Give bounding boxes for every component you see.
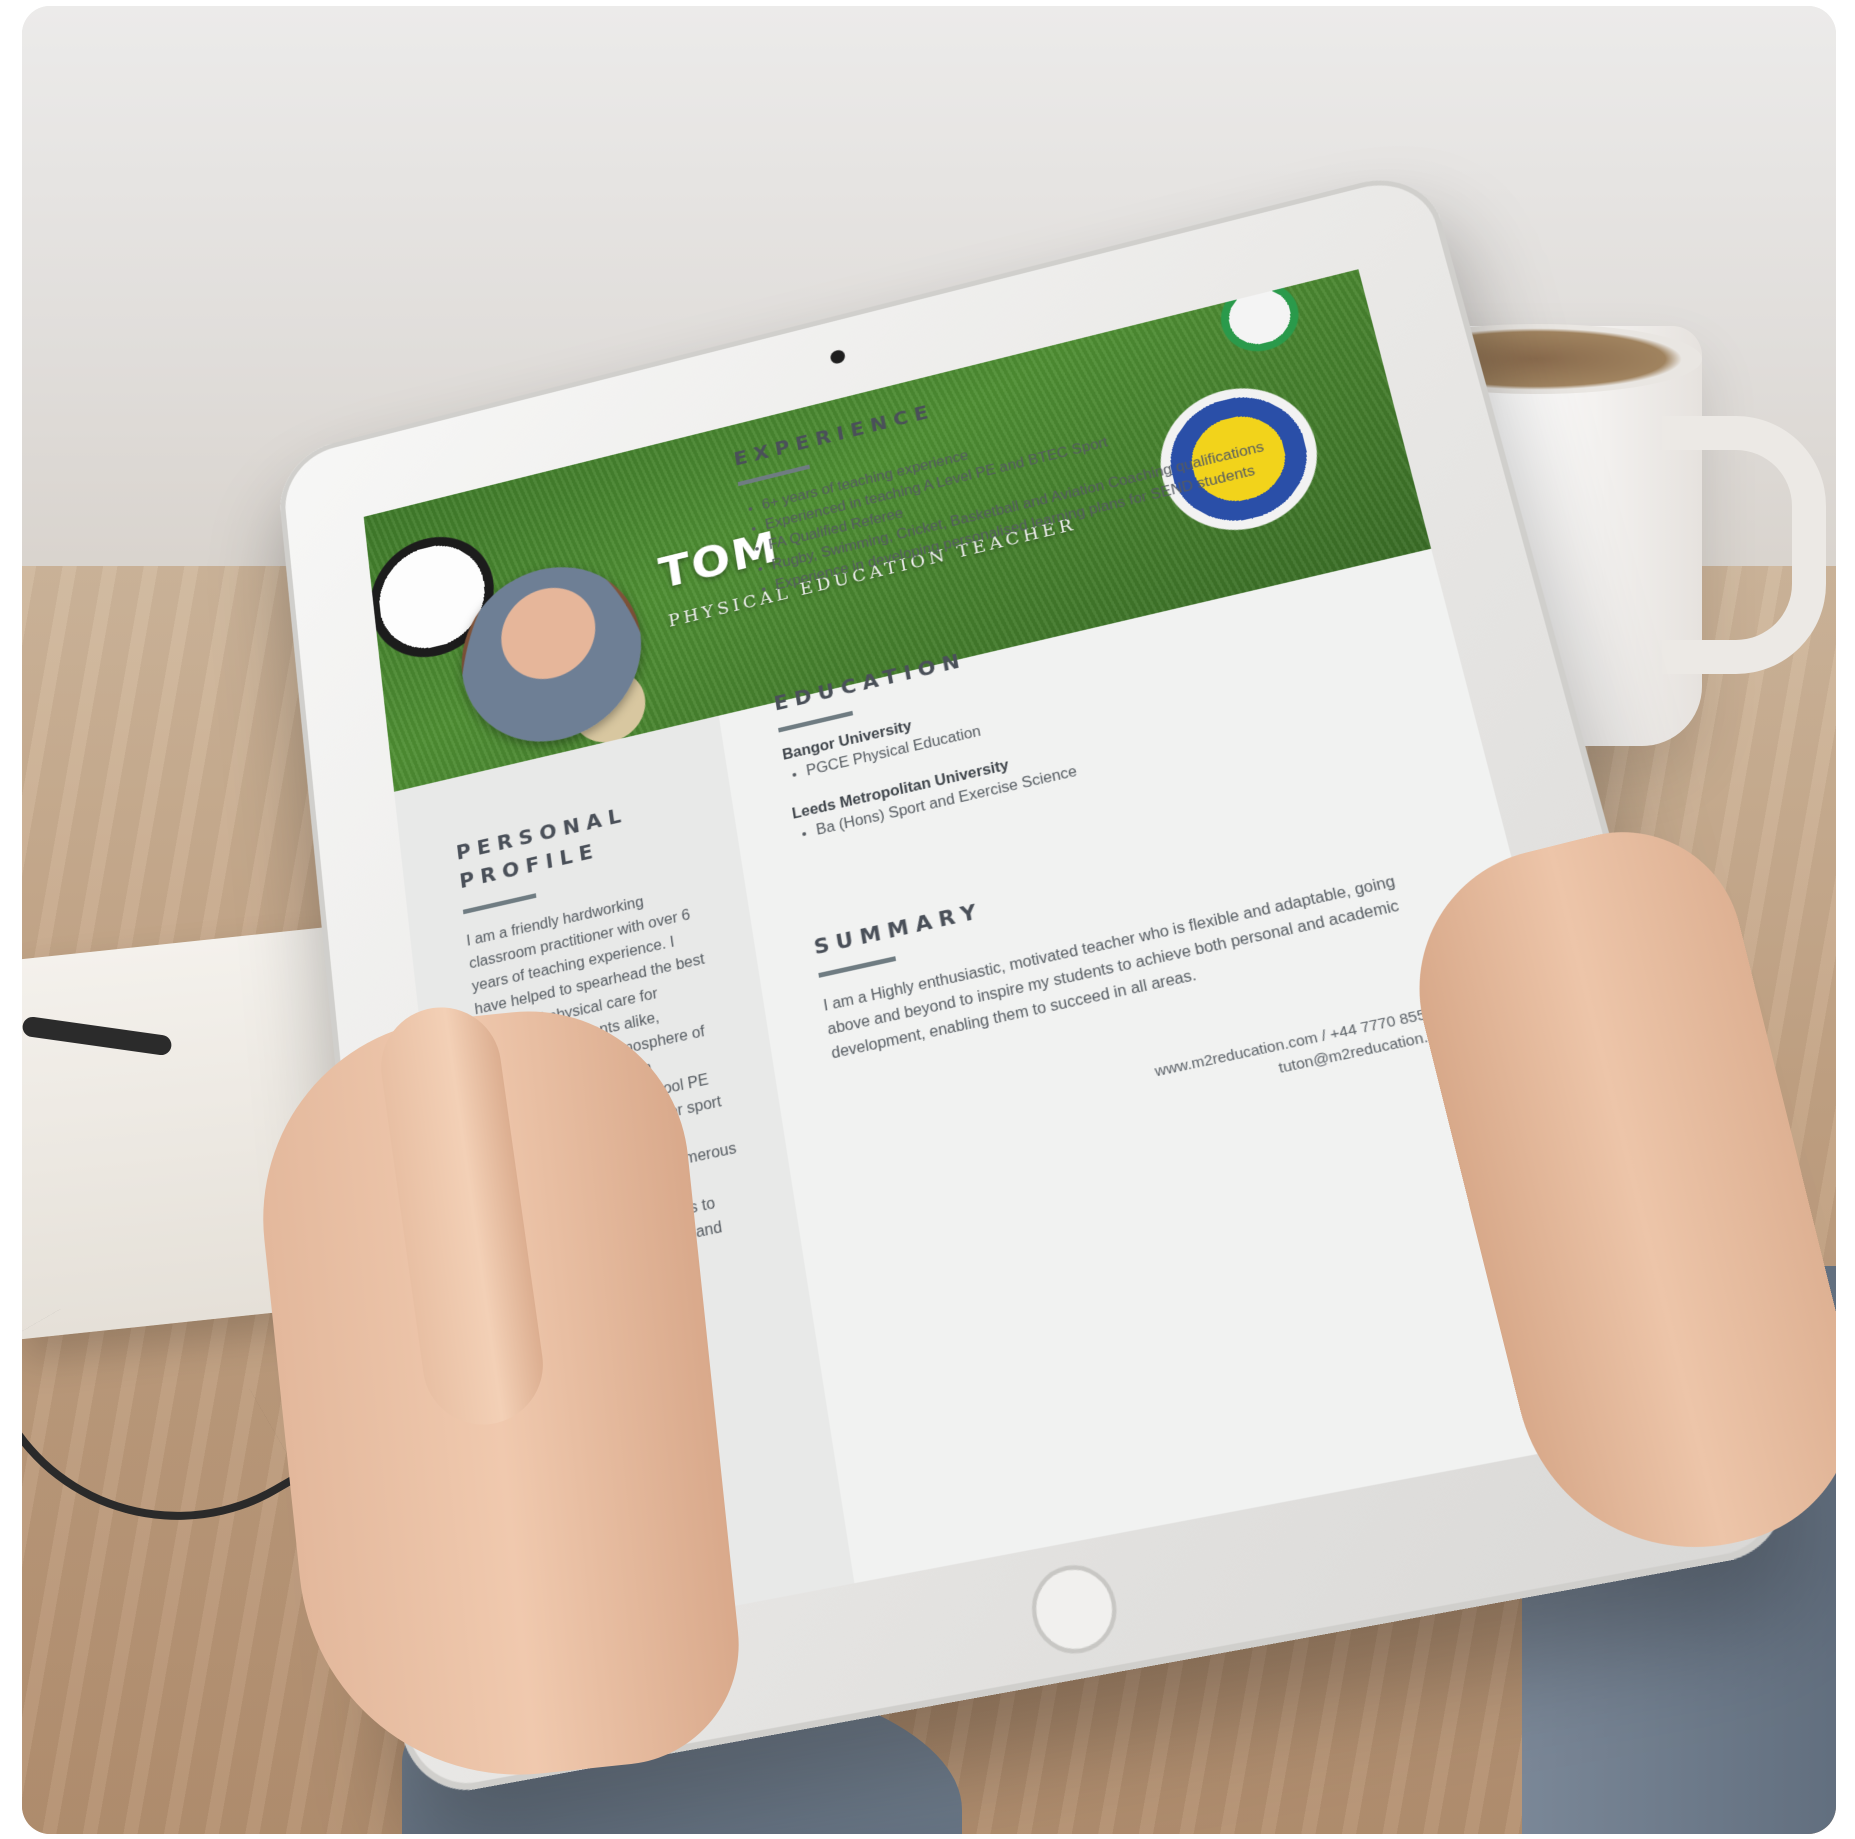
camera-icon (829, 348, 847, 366)
contact-info: www.m2reducation.com / +44 7770 855741 t… (982, 999, 1460, 1142)
personal-profile-title: PERSONAL PROFILE (455, 788, 691, 897)
profile-photo (452, 548, 653, 761)
section-rule (818, 956, 897, 978)
home-button[interactable] (1025, 1558, 1124, 1661)
section-rule (737, 464, 811, 487)
photo-scene: TOM PHYSICAL EDUCATION TEACHER PERSONAL … (22, 6, 1836, 1834)
coffee-mug-handle (1662, 416, 1826, 674)
section-rule (778, 710, 854, 733)
section-rule (462, 893, 537, 915)
